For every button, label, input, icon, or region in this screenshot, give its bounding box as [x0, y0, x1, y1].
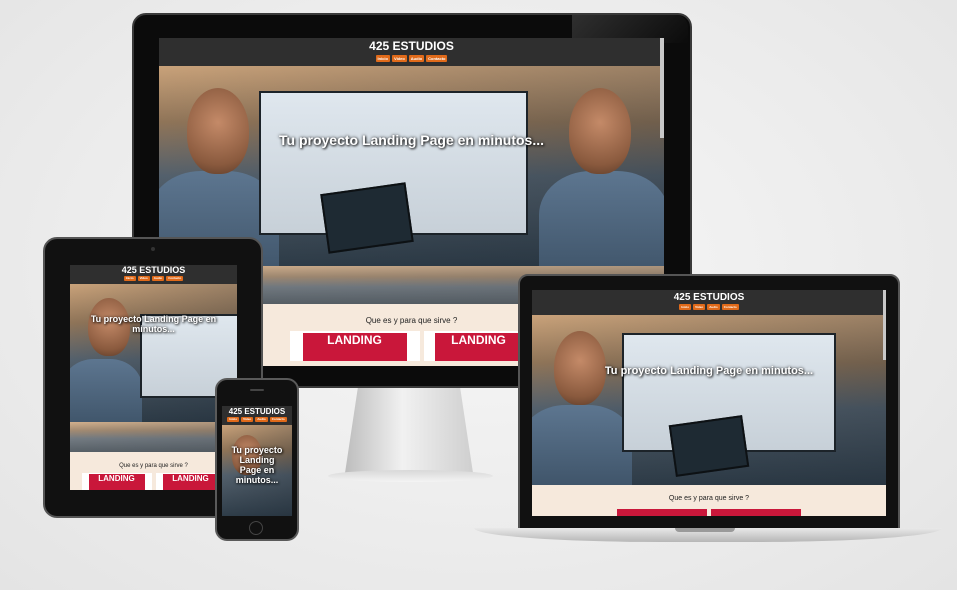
hero-text-laptop: Tu proyecto Landing Page en minutos... [604, 365, 814, 377]
person-head-right [569, 88, 631, 174]
phone: 425 ESTUDIOS Inicio Video Audio Contacto… [215, 378, 299, 541]
hero-text-phone: Tu proyecto Landing Page en minutos... [231, 445, 283, 485]
thumb-1-tablet[interactable]: LANDING [81, 473, 152, 490]
nav-inicio-phone[interactable]: Inicio [227, 417, 240, 422]
laptop-screen: 425 ESTUDIOS Inicio Video Audio Contacto… [532, 290, 886, 516]
site-title: 425 ESTUDIOS [369, 39, 454, 53]
nav-inicio-tablet[interactable]: Inicio [123, 276, 136, 281]
site-nav-laptop: Inicio Video Audio Contacto [532, 304, 886, 310]
nav-video[interactable]: Video [391, 55, 407, 62]
thumb-1[interactable]: LANDING [289, 331, 420, 361]
nav-video-phone[interactable]: Video [241, 417, 254, 422]
nav-audio-laptop[interactable]: Audio [707, 304, 720, 310]
scrollbar-laptop[interactable] [883, 290, 886, 360]
tablet-screen: 425 ESTUDIOS Inicio Video Audio Contacto… [70, 265, 237, 490]
site-nav-tablet: Inicio Video Audio Contacto [70, 276, 237, 281]
nav-audio-tablet[interactable]: Audio [151, 276, 165, 281]
site-title-laptop: 425 ESTUDIOS [673, 292, 745, 303]
nav-inicio-laptop[interactable]: Inicio [679, 304, 692, 310]
section-heading-tablet: Que es y para que sirve ? [119, 463, 188, 469]
monitor-stand [345, 388, 473, 473]
site-title-phone: 425 ESTUDIOS [228, 407, 286, 416]
thumb-2-text: LANDING [434, 333, 523, 361]
thumb-2-tablet-text: LANDING [162, 474, 219, 490]
nav-audio-phone[interactable]: Audio [255, 417, 268, 422]
phone-home-button[interactable] [249, 521, 263, 535]
hero-laptop [320, 182, 414, 254]
nav-contacto[interactable]: Contacto [426, 55, 448, 62]
nav-video-laptop[interactable]: Video [693, 304, 706, 310]
site-header-laptop: 425 ESTUDIOS Inicio Video Audio Contacto [532, 290, 886, 315]
site-header-tablet: 425 ESTUDIOS Inicio Video Audio Contacto [70, 265, 237, 284]
section-heading-laptop: Que es y para que sirve ? [668, 495, 750, 502]
nav-contacto-laptop[interactable]: Contacto [721, 304, 739, 310]
nav-inicio[interactable]: Inicio [375, 55, 390, 62]
site-header-phone: 425 ESTUDIOS Inicio Video Audio Contacto [222, 406, 292, 425]
phone-screen: 425 ESTUDIOS Inicio Video Audio Contacto… [222, 406, 292, 516]
thumb-2[interactable]: LANDING [423, 331, 534, 361]
thumb-2-laptop[interactable] [711, 509, 801, 516]
site-title-tablet: 425 ESTUDIOS [121, 265, 186, 275]
hero-strip-tablet [70, 422, 237, 452]
tablet-camera [151, 247, 155, 251]
thumb-row-laptop [532, 509, 886, 516]
thumb-1-text: LANDING [302, 333, 407, 361]
site-header: 425 ESTUDIOS Inicio Video Audio Contacto [159, 38, 664, 66]
nav-contacto-tablet[interactable]: Contacto [166, 276, 184, 281]
person-head [187, 88, 249, 174]
nav-audio[interactable]: Audio [408, 55, 425, 62]
person-shirt-right [539, 171, 664, 266]
phone-speaker [250, 389, 264, 391]
hero-image-phone: Tu proyecto Landing Page en minutos... [222, 425, 292, 516]
hero-image-laptop: Tu proyecto Landing Page en minutos... [532, 315, 886, 485]
thumb-row-tablet: LANDING LANDING [70, 473, 237, 490]
hero-text-tablet: Tu proyecto Landing Page en minutos... [90, 314, 217, 334]
hero-image-tablet: Tu proyecto Landing Page en minutos... [70, 284, 237, 422]
person-shirt-tablet [70, 359, 142, 422]
site-nav-phone: Inicio Video Audio Contacto [222, 417, 292, 422]
laptop: 425 ESTUDIOS Inicio Video Audio Contacto… [518, 274, 900, 532]
hero-text: Tu proyecto Landing Page en minutos... [279, 132, 544, 148]
hero-laptop-laptop [668, 415, 750, 477]
thumb-1-laptop[interactable] [617, 509, 707, 516]
laptop-notch [675, 528, 735, 532]
person-shirt-laptop [532, 405, 632, 485]
nav-contacto-phone[interactable]: Contacto [269, 417, 287, 422]
monitor-stand-base [328, 470, 493, 482]
thumb-1-tablet-text: LANDING [88, 474, 145, 490]
site-nav: Inicio Video Audio Contacto [159, 55, 664, 62]
nav-video-tablet[interactable]: Video [137, 276, 150, 281]
hero-image: Tu proyecto Landing Page en minutos... [159, 66, 664, 266]
scrollbar[interactable] [660, 38, 664, 138]
